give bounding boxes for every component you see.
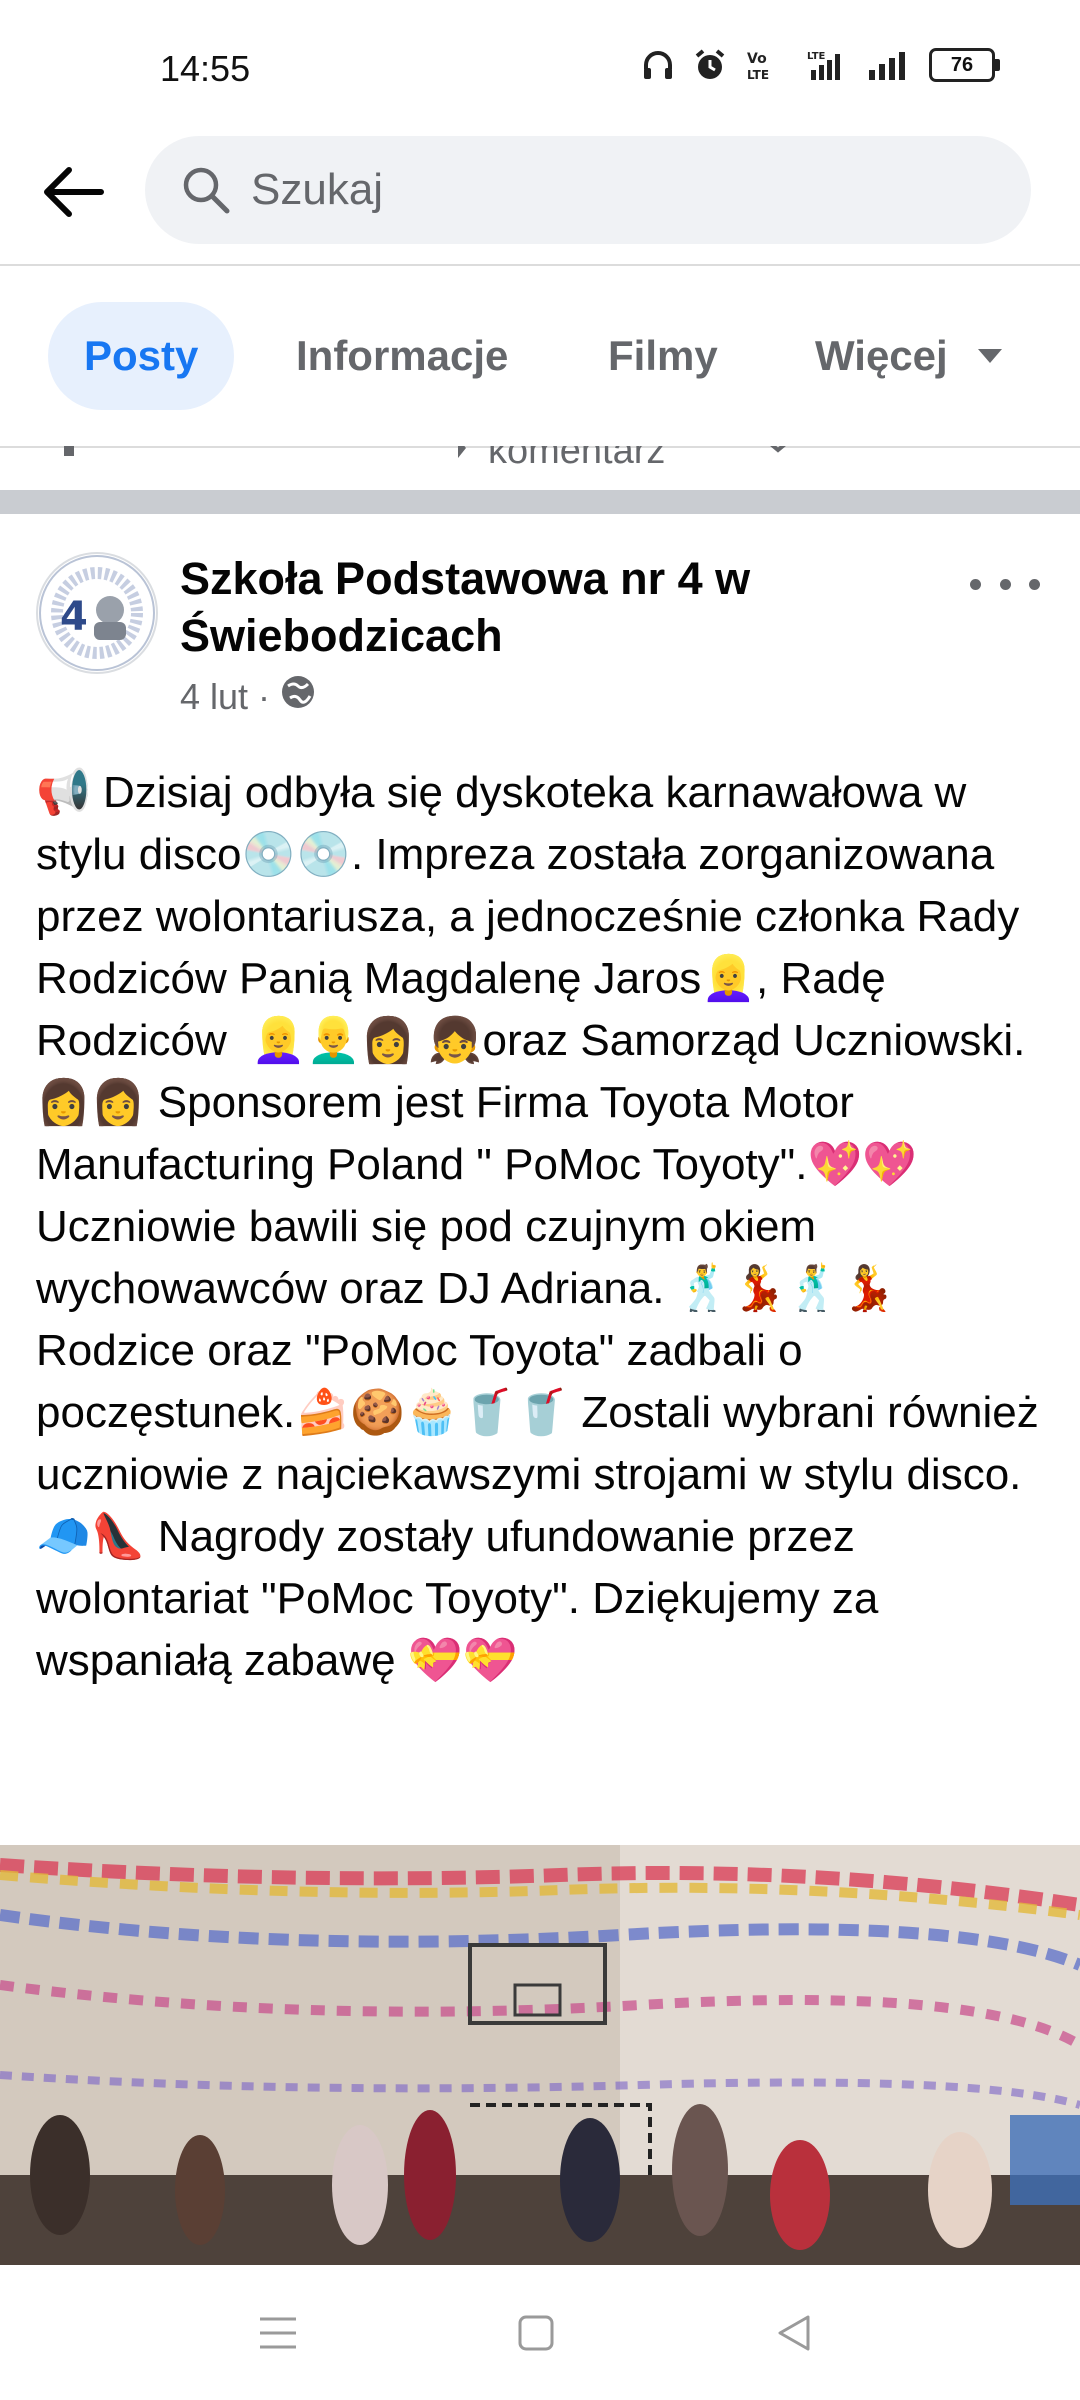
menu-icon bbox=[260, 2317, 296, 2349]
share-icon bbox=[770, 446, 786, 453]
search-icon bbox=[179, 163, 233, 217]
tab-informacje[interactable]: Informacje bbox=[296, 302, 508, 410]
home-square-icon bbox=[518, 2315, 554, 2351]
post-header: 4 Szkoła Podstawowa nr 4 w Świebodzicach… bbox=[0, 514, 1080, 724]
back-arrow-icon bbox=[44, 167, 104, 217]
back-triangle-icon bbox=[778, 2315, 810, 2351]
home-button[interactable] bbox=[506, 2303, 566, 2363]
status-time: 14:55 bbox=[160, 48, 251, 89]
comment-icon bbox=[458, 446, 466, 458]
tab-label: Więcej bbox=[815, 332, 948, 379]
tab-filmy[interactable]: Filmy bbox=[608, 302, 718, 410]
tab-label: Posty bbox=[84, 332, 199, 379]
disco-party-photo bbox=[0, 1845, 1080, 2265]
menu-button[interactable] bbox=[248, 2303, 308, 2363]
post-divider bbox=[0, 490, 1080, 514]
search-input[interactable] bbox=[249, 164, 953, 216]
post-photo[interactable] bbox=[0, 1845, 1080, 2265]
previous-post-actions: komentarz bbox=[0, 446, 1080, 490]
dot-icon bbox=[999, 578, 1011, 590]
svg-text:4: 4 bbox=[60, 594, 88, 640]
caret-down-icon bbox=[976, 347, 1004, 365]
back-nav-button[interactable] bbox=[764, 2303, 824, 2363]
back-button[interactable] bbox=[30, 150, 114, 234]
more-options-button[interactable] bbox=[970, 564, 1040, 604]
post-text: 📢 Dzisiaj odbyła się dyskoteka karnawało… bbox=[36, 768, 1051, 1685]
tab-wiecej[interactable]: Więcej bbox=[815, 302, 1004, 410]
battery-level: 76 bbox=[929, 48, 995, 82]
svg-text:Vo: Vo bbox=[747, 51, 767, 67]
like-icon bbox=[64, 446, 74, 456]
globe-icon bbox=[280, 674, 316, 719]
battery-icon: 76 bbox=[929, 48, 1000, 82]
svg-text:LTE: LTE bbox=[747, 68, 769, 82]
headphones-icon bbox=[641, 49, 675, 81]
comment-label[interactable]: komentarz bbox=[488, 446, 665, 473]
post-meta: 4 lut · bbox=[180, 674, 316, 719]
dot-icon bbox=[970, 578, 981, 590]
status-icons: Vo LTE LTE 76 bbox=[641, 48, 1000, 82]
page-avatar[interactable]: 4 bbox=[36, 552, 158, 674]
search-box[interactable] bbox=[145, 136, 1031, 244]
page-tabs: Posty Informacje Filmy Więcej bbox=[0, 266, 1080, 448]
tab-label: Informacje bbox=[296, 332, 509, 379]
volte-icon: Vo LTE bbox=[745, 48, 785, 82]
tab-label: Filmy bbox=[608, 332, 718, 379]
post-date[interactable]: 4 lut bbox=[180, 676, 248, 718]
signal-icon bbox=[867, 48, 911, 82]
tab-posty[interactable]: Posty bbox=[48, 302, 235, 410]
alarm-icon bbox=[693, 48, 727, 82]
svg-text:LTE: LTE bbox=[807, 51, 826, 62]
search-header bbox=[0, 130, 1080, 266]
lte-signal-icon: LTE bbox=[803, 48, 849, 82]
post-author[interactable]: Szkoła Podstawowa nr 4 w Świebodzicach bbox=[180, 550, 940, 664]
school-logo-icon: 4 bbox=[39, 555, 155, 671]
status-bar: 14:55 Vo LTE LTE 76 bbox=[0, 0, 1080, 130]
system-navigation-bar bbox=[0, 2265, 1080, 2400]
dot-icon bbox=[1029, 578, 1040, 590]
